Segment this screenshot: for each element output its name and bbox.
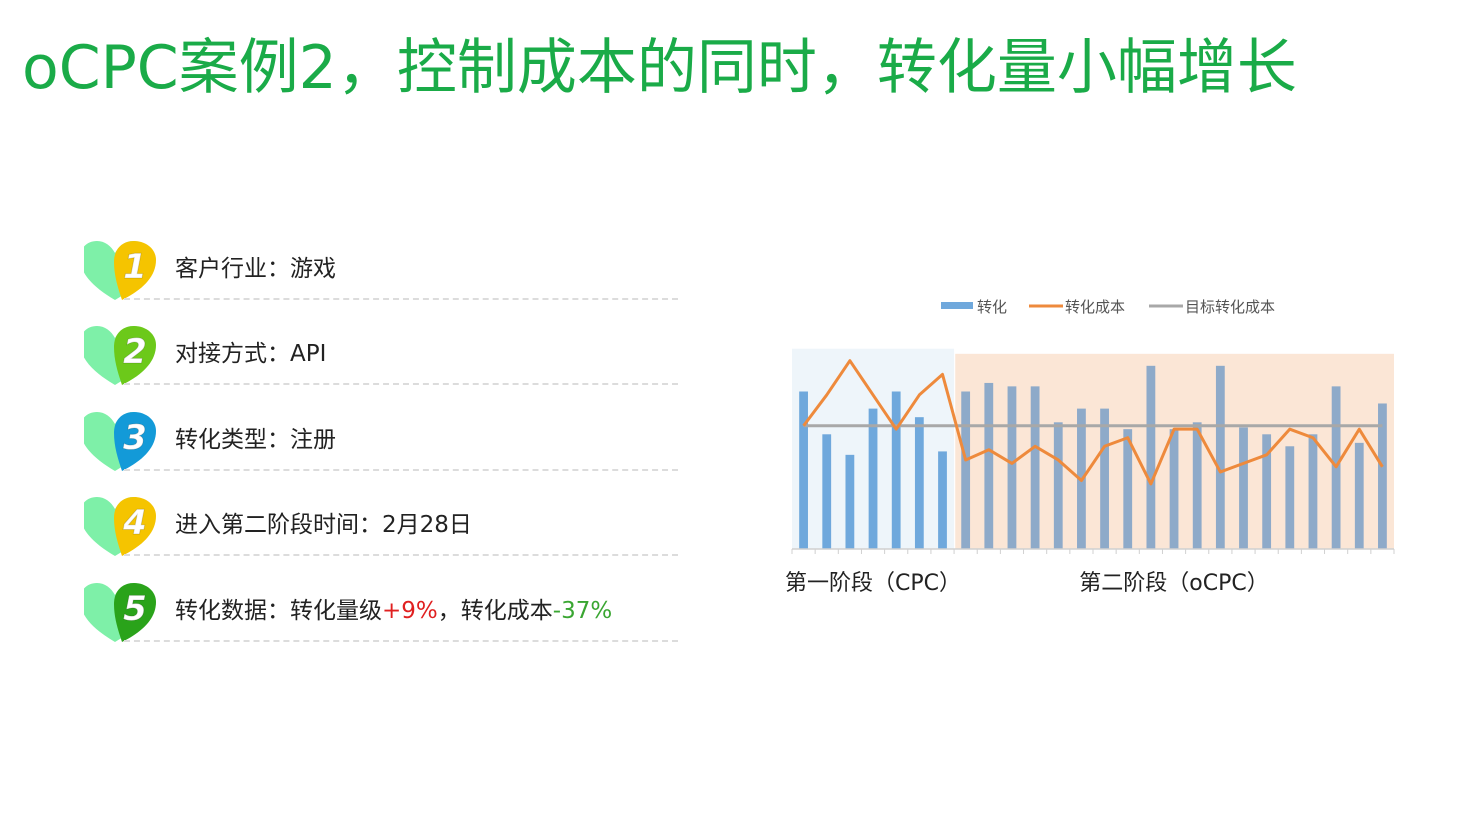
divider bbox=[124, 640, 678, 642]
bar-conversion bbox=[1239, 427, 1248, 549]
integration-value: API bbox=[290, 341, 327, 367]
bar-conversion bbox=[1100, 408, 1109, 549]
bar-conversion bbox=[961, 391, 971, 549]
bar-conversion bbox=[1030, 386, 1040, 549]
industry-label: 客户行业： bbox=[175, 256, 290, 282]
badge-number: 3 bbox=[123, 418, 147, 458]
divider bbox=[124, 298, 678, 300]
bar-conversion bbox=[914, 417, 924, 549]
divider bbox=[124, 469, 678, 471]
volume-change: +9% bbox=[382, 598, 438, 624]
bar-conversion bbox=[799, 391, 808, 549]
info-item-integration: 2 对接方式：API bbox=[84, 325, 678, 387]
heart-badge-5-icon: 5 bbox=[84, 583, 156, 642]
bar-conversion bbox=[1215, 365, 1225, 549]
bar-conversion bbox=[1169, 429, 1179, 549]
bar-conversion bbox=[1354, 442, 1364, 549]
bar-conversion bbox=[822, 434, 832, 549]
bar-conversion bbox=[1053, 422, 1063, 549]
bar-conversion bbox=[1192, 422, 1202, 549]
bar-conversion bbox=[984, 382, 994, 549]
divider bbox=[124, 554, 678, 556]
info-item-conversion-data: 5 转化数据：转化量级+9%，转化成本-37% bbox=[84, 582, 678, 644]
legend-label: 转化成本 bbox=[1065, 298, 1125, 316]
legend-label: 目标转化成本 bbox=[1185, 298, 1275, 316]
conversion-type-value: 注册 bbox=[290, 427, 336, 453]
bar-conversion bbox=[891, 391, 901, 549]
cost-label: 转化成本 bbox=[460, 598, 553, 624]
page-title: oCPC案例2，控制成本的同时，转化量小幅增长 bbox=[22, 33, 1297, 103]
phase2-date-value: 2月28日 bbox=[382, 512, 472, 538]
heart-badge-2-icon: 2 bbox=[84, 326, 156, 385]
separator: ， bbox=[437, 598, 461, 624]
bar-conversion bbox=[1285, 446, 1295, 549]
integration-label: 对接方式： bbox=[175, 341, 290, 367]
bar-conversion bbox=[1007, 386, 1017, 549]
phase-label-2: 第二阶段（oCPC） bbox=[1079, 571, 1268, 596]
industry-value: 游戏 bbox=[290, 256, 336, 282]
volume-label: 转化量级 bbox=[290, 598, 382, 624]
badge-number: 1 bbox=[123, 247, 147, 287]
badge-number: 4 bbox=[122, 503, 147, 543]
info-item-industry: 1 客户行业：游戏 bbox=[84, 240, 678, 302]
legend-label: 转化 bbox=[977, 298, 1007, 316]
info-item-phase2-date: 4 进入第二阶段时间：2月28日 bbox=[84, 496, 678, 558]
conversion-data-label: 转化数据： bbox=[175, 598, 290, 624]
bar-conversion bbox=[845, 454, 855, 549]
phase-label-1: 第一阶段（CPC） bbox=[785, 571, 961, 596]
badge-number: 5 bbox=[123, 589, 147, 629]
bar-conversion bbox=[938, 451, 947, 549]
conversion-type-label: 转化类型： bbox=[175, 427, 290, 453]
bar-conversion bbox=[868, 408, 878, 549]
badge-number: 2 bbox=[123, 332, 147, 372]
heart-badge-1-icon: 1 bbox=[84, 241, 156, 300]
cost-change: -37% bbox=[552, 598, 613, 624]
bar-conversion bbox=[1308, 434, 1318, 549]
bar-conversion bbox=[1146, 365, 1156, 549]
conversion-chart: 第一阶段（CPC） 第二阶段（oCPC） 转化 转化成本 目标转化成本 bbox=[785, 298, 1395, 596]
heart-badge-4-icon: 4 bbox=[84, 497, 156, 556]
divider bbox=[124, 383, 678, 385]
legend-swatch bbox=[941, 302, 973, 309]
phase2-date-label: 进入第二阶段时间： bbox=[175, 512, 382, 538]
info-item-conversion-type: 3 转化类型：注册 bbox=[84, 411, 678, 473]
heart-badge-3-icon: 3 bbox=[84, 412, 156, 471]
